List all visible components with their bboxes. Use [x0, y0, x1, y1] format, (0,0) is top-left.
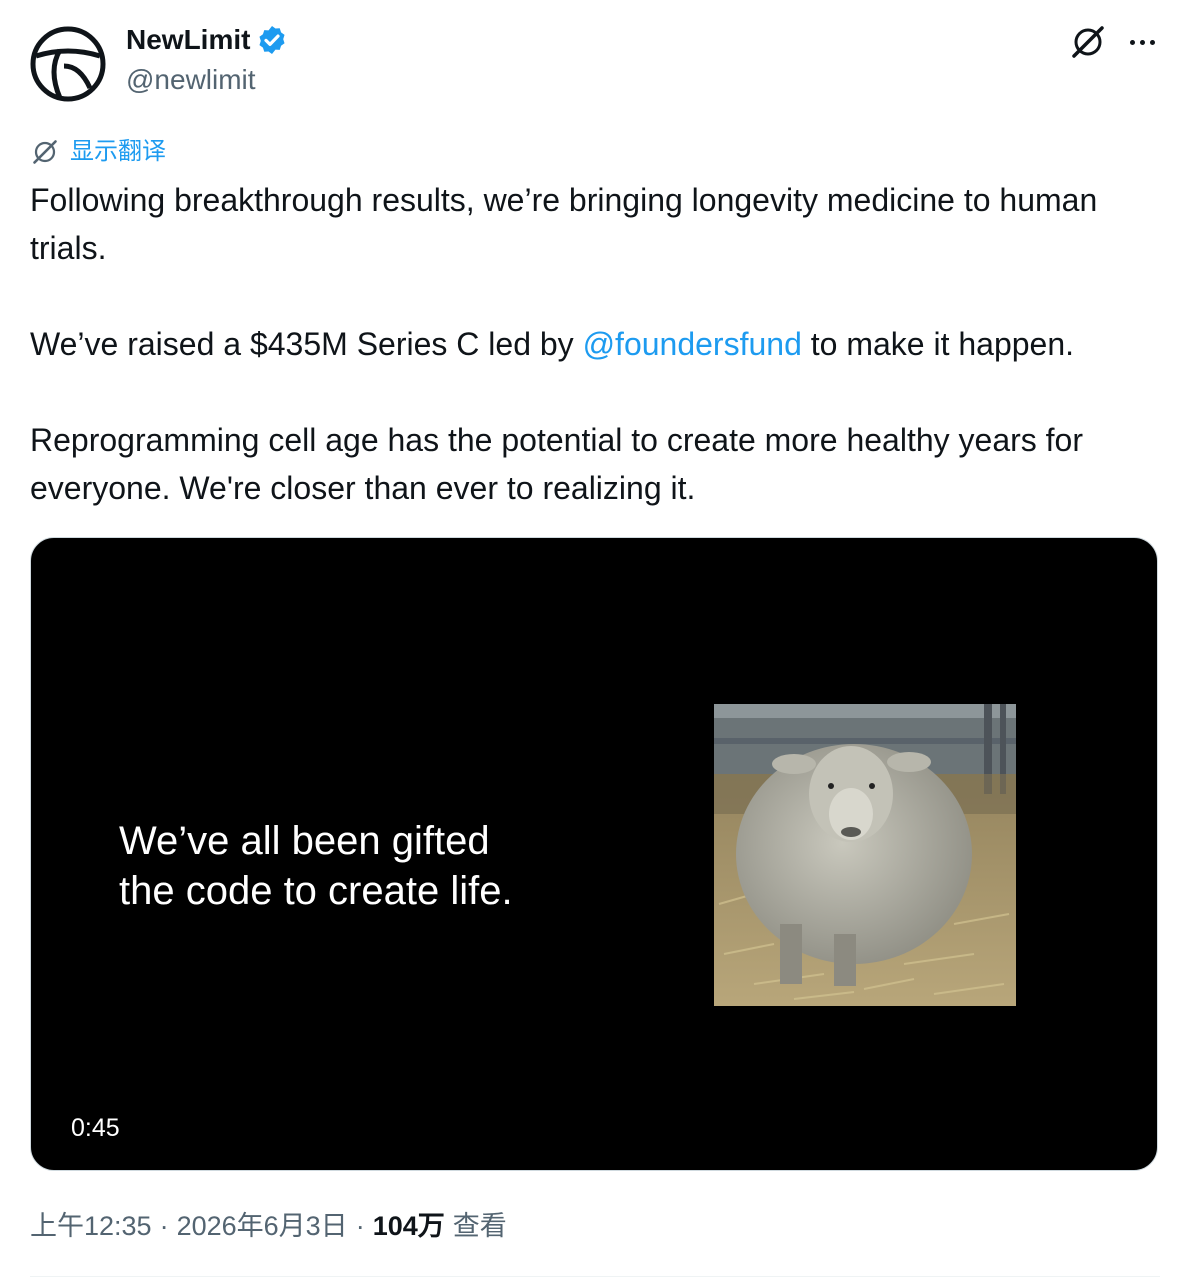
- meta-separator: ·: [159, 1211, 169, 1241]
- video-caption: We’ve all been gifted the code to create…: [119, 819, 513, 913]
- mention-link[interactable]: @foundersfund: [583, 326, 802, 362]
- more-dot: [1149, 39, 1155, 45]
- tweet-text: Following breakthrough results, we’re br…: [30, 176, 1170, 512]
- show-translation-label[interactable]: 显示翻译: [70, 136, 166, 168]
- verified-badge-icon[interactable]: [256, 24, 288, 56]
- grok-icon: [1072, 26, 1104, 58]
- sheep-photo: [714, 704, 1016, 1006]
- tweet-paragraph-2: We’ve raised a $435M Series C led by @fo…: [30, 320, 1170, 368]
- video-player[interactable]: We’ve all been gifted the code to create…: [30, 537, 1158, 1171]
- show-translation-link[interactable]: 显示翻译: [30, 136, 166, 168]
- divider: [30, 1276, 1160, 1277]
- views-count[interactable]: 104万: [373, 1206, 445, 1246]
- meta-separator: ·: [355, 1211, 365, 1241]
- tweet-date[interactable]: 2026年6月3日: [177, 1206, 348, 1246]
- more-options-button[interactable]: [1122, 22, 1162, 62]
- video-duration: 0:45: [71, 1114, 120, 1142]
- grok-button[interactable]: [1068, 22, 1108, 62]
- author-name-row[interactable]: NewLimit: [126, 22, 288, 58]
- newlimit-logo-icon: [30, 26, 106, 102]
- author-display-name[interactable]: NewLimit: [126, 22, 250, 58]
- translate-icon: [33, 140, 57, 164]
- more-options-icon: [1129, 39, 1135, 45]
- tweet-text-segment: to make it happen.: [801, 326, 1075, 362]
- tweet-time[interactable]: 上午12:35: [30, 1206, 152, 1246]
- views-label[interactable]: 查看: [453, 1206, 507, 1246]
- tweet-paragraph-3: Reprogramming cell age has the potential…: [30, 422, 1083, 506]
- author-handle[interactable]: @newlimit: [126, 62, 256, 98]
- more-dot: [1139, 39, 1145, 45]
- avatar[interactable]: [30, 26, 106, 102]
- tweet-meta: 上午12:35 · 2026年6月3日 · 104万 查看: [30, 1206, 507, 1246]
- tweet-text-segment: We’ve raised a $435M Series C led by: [30, 326, 583, 362]
- tweet-paragraph-1: Following breakthrough results, we’re br…: [30, 182, 1098, 266]
